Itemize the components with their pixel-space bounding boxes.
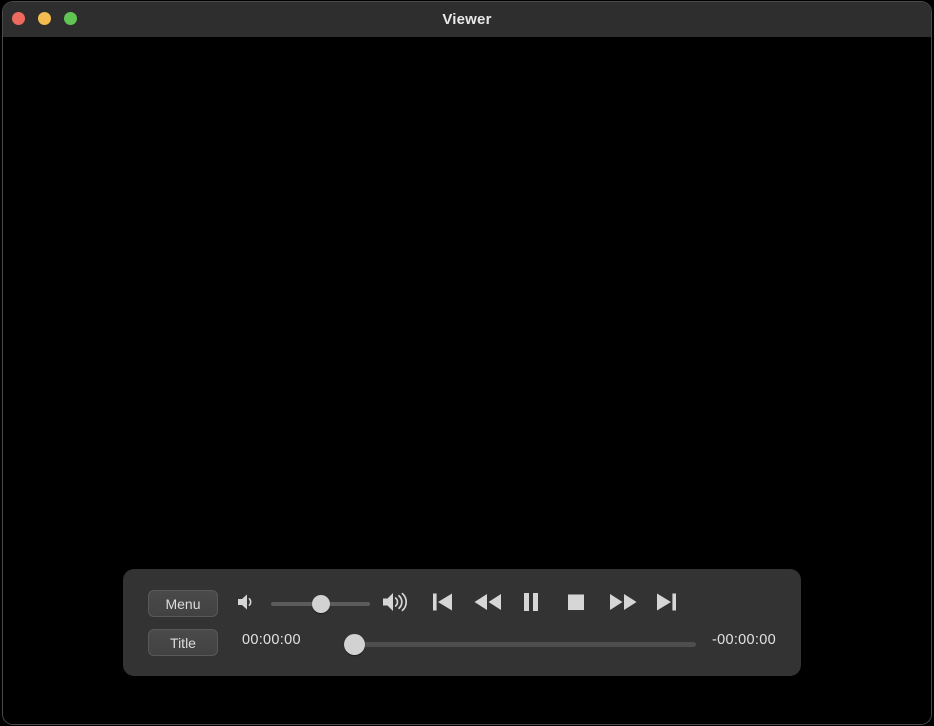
title-bar: Viewer: [3, 2, 931, 38]
skip-forward-icon[interactable]: [654, 591, 678, 613]
video-display-area[interactable]: Menu Title 00:00:00 -00:00:00: [3, 37, 931, 724]
playback-control-panel: Menu Title 00:00:00 -00:00:00: [123, 569, 801, 676]
skip-back-icon[interactable]: [431, 591, 455, 613]
volume-slider-knob[interactable]: [311, 595, 330, 613]
volume-slider[interactable]: [271, 595, 370, 613]
viewer-window: Viewer Menu Title 00:00:00 -00:00:00: [3, 2, 931, 724]
window-title: Viewer: [442, 11, 492, 28]
rewind-icon[interactable]: [473, 592, 503, 612]
playback-progress-knob[interactable]: [344, 634, 365, 655]
elapsed-time-label: 00:00:00: [242, 632, 301, 648]
stop-icon[interactable]: [565, 592, 587, 612]
speaker-low-icon[interactable]: [236, 592, 258, 612]
fast-forward-icon[interactable]: [608, 592, 638, 612]
pause-icon[interactable]: [522, 591, 540, 613]
speaker-high-icon[interactable]: [381, 590, 411, 614]
playback-progress-slider[interactable]: [344, 634, 696, 655]
dvd-menu-button[interactable]: Menu: [148, 590, 218, 617]
dvd-title-button[interactable]: Title: [148, 629, 218, 656]
remaining-time-label: -00:00:00: [712, 632, 776, 648]
